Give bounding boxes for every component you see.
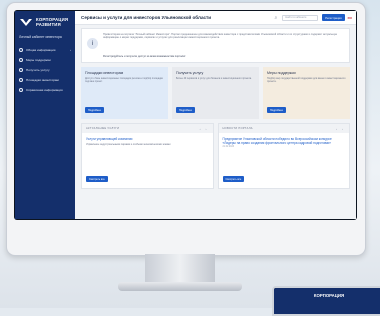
info-icon — [19, 48, 23, 52]
sidebar-item-label: Общая информация — [26, 48, 56, 52]
monitor-stand — [145, 254, 215, 284]
card-desc: Подбор мер государственной поддержки для… — [267, 77, 346, 84]
carousel-arrows-icon[interactable]: ‹ › — [200, 127, 209, 131]
laptop-logo-line1: КОРПОРАЦИЯ — [313, 293, 345, 298]
site-icon — [19, 78, 23, 82]
sidebar: КОРПОРАЦИЯ РАЗВИТИЯ Личный кабинет инвес… — [15, 11, 75, 219]
card-support[interactable]: Меры поддержки Подбор мер государственно… — [263, 67, 350, 119]
news-body: Предприятие Ульяновской области победило… — [219, 133, 350, 152]
search-input[interactable]: Найти в кабинете — [282, 14, 319, 21]
news-section: АКТУАЛЬНЫЕ УСЛУГИ ‹ › Услуги управляющей… — [81, 123, 350, 189]
sidebar-item-label: Получить услугу — [26, 68, 50, 72]
card-desc: Доступ к базе инвестиционных площадок ре… — [85, 77, 164, 84]
news-heading: НОВОСТИ ПОРТАЛА ‹ › — [218, 124, 349, 133]
laptop-device: КОРПОРАЦИЯ — [272, 286, 380, 316]
monitor-bezel: КОРПОРАЦИЯ РАЗВИТИЯ Личный кабинет инвес… — [14, 10, 357, 220]
chevron-right-icon: › — [70, 48, 71, 52]
register-button[interactable]: Регистрация — [322, 14, 345, 21]
screen: КОРПОРАЦИЯ РАЗВИТИЯ Личный кабинет инвес… — [15, 11, 356, 219]
logo-line2: РАЗВИТИЯ — [36, 21, 61, 27]
sidebar-item-label: Справочная информация — [26, 88, 63, 92]
search-icon[interactable]: ⌕ — [274, 15, 277, 21]
logo-mark-icon — [20, 19, 32, 26]
card-service[interactable]: Получить услугу Более 40 сервисов и услу… — [172, 67, 259, 119]
news-heading: АКТУАЛЬНЫЕ УСЛУГИ ‹ › — [82, 124, 213, 133]
sidebar-item-label: Площадки инвесторам — [26, 78, 59, 82]
sidebar-item-support[interactable]: Меры поддержки — [15, 55, 75, 65]
sidebar-item-sites[interactable]: Площадки инвесторам — [15, 75, 75, 85]
reference-icon — [19, 88, 23, 92]
language-switch[interactable]: RU — [348, 16, 352, 20]
card-sites[interactable]: Площадки инвесторам Доступ к базе инвест… — [81, 67, 168, 119]
welcome-note: Регистрируйтесь и получите доступ ко все… — [103, 55, 186, 58]
news-body: Услуги управляющей компании Управление и… — [82, 133, 213, 150]
news-card-services: АКТУАЛЬНЫЕ УСЛУГИ ‹ › Услуги управляющей… — [81, 123, 214, 189]
carousel-arrows-icon[interactable]: ‹ › — [336, 127, 345, 131]
cabinet-title: Личный кабинет инвестора — [19, 35, 62, 39]
sidebar-item-label: Меры поддержки — [26, 58, 51, 62]
logo[interactable]: КОРПОРАЦИЯ РАЗВИТИЯ — [15, 11, 75, 31]
sidebar-item-general[interactable]: Общая информация › — [15, 45, 75, 55]
card-title: Получить услугу — [176, 71, 204, 75]
topbar: Сервисы и услуги для инвесторов Ульяновс… — [75, 11, 356, 25]
monitor-base — [118, 282, 242, 291]
monitor-chin — [7, 223, 365, 255]
news-title[interactable]: Предприятие Ульяновской области победило… — [223, 137, 346, 145]
info-circle-icon: i — [87, 38, 98, 49]
see-all-button[interactable]: Смотреть все — [86, 176, 108, 182]
welcome-text: Приветствуем на портале "Личный кабинет … — [103, 33, 338, 40]
see-all-button[interactable]: Смотреть все — [222, 176, 245, 182]
news-card-portal: НОВОСТИ ПОРТАЛА ‹ › Предприятие Ульяновс… — [217, 123, 350, 189]
logo-text: КОРПОРАЦИЯ РАЗВИТИЯ — [36, 17, 68, 28]
page-title: Сервисы и услуги для инвесторов Ульяновс… — [81, 15, 212, 20]
news-desc: Управление индустриальными парками и осо… — [86, 143, 171, 146]
welcome-info-box: i Приветствуем на портале "Личный кабине… — [81, 28, 350, 63]
card-more-button[interactable]: Подробнее — [267, 107, 286, 113]
card-more-button[interactable]: Подробнее — [176, 107, 195, 113]
card-title: Площадки инвесторам — [85, 71, 124, 75]
sidebar-item-reference[interactable]: Справочная информация — [15, 85, 75, 95]
news-date: 21.02.2023 — [222, 146, 235, 148]
service-cards: Площадки инвесторам Доступ к базе инвест… — [81, 67, 350, 119]
main-content: i Приветствуем на портале "Личный кабине… — [75, 24, 356, 219]
support-icon — [19, 58, 23, 62]
sidebar-item-service[interactable]: Получить услугу — [15, 65, 75, 75]
service-icon — [19, 68, 23, 72]
card-more-button[interactable]: Подробнее — [85, 107, 104, 113]
news-heading-label: АКТУАЛЬНЫЕ УСЛУГИ — [86, 127, 120, 130]
news-title[interactable]: Услуги управляющей компании — [86, 137, 209, 141]
card-title: Меры поддержки — [267, 71, 296, 75]
card-desc: Более 40 сервисов и услуг для бизнеса и … — [176, 77, 252, 80]
laptop-screen: КОРПОРАЦИЯ — [274, 288, 380, 314]
monitor: КОРПОРАЦИЯ РАЗВИТИЯ Личный кабинет инвес… — [6, 2, 366, 256]
laptop-logo: КОРПОРАЦИЯ — [313, 293, 345, 299]
news-heading-label: НОВОСТИ ПОРТАЛА — [222, 127, 253, 130]
